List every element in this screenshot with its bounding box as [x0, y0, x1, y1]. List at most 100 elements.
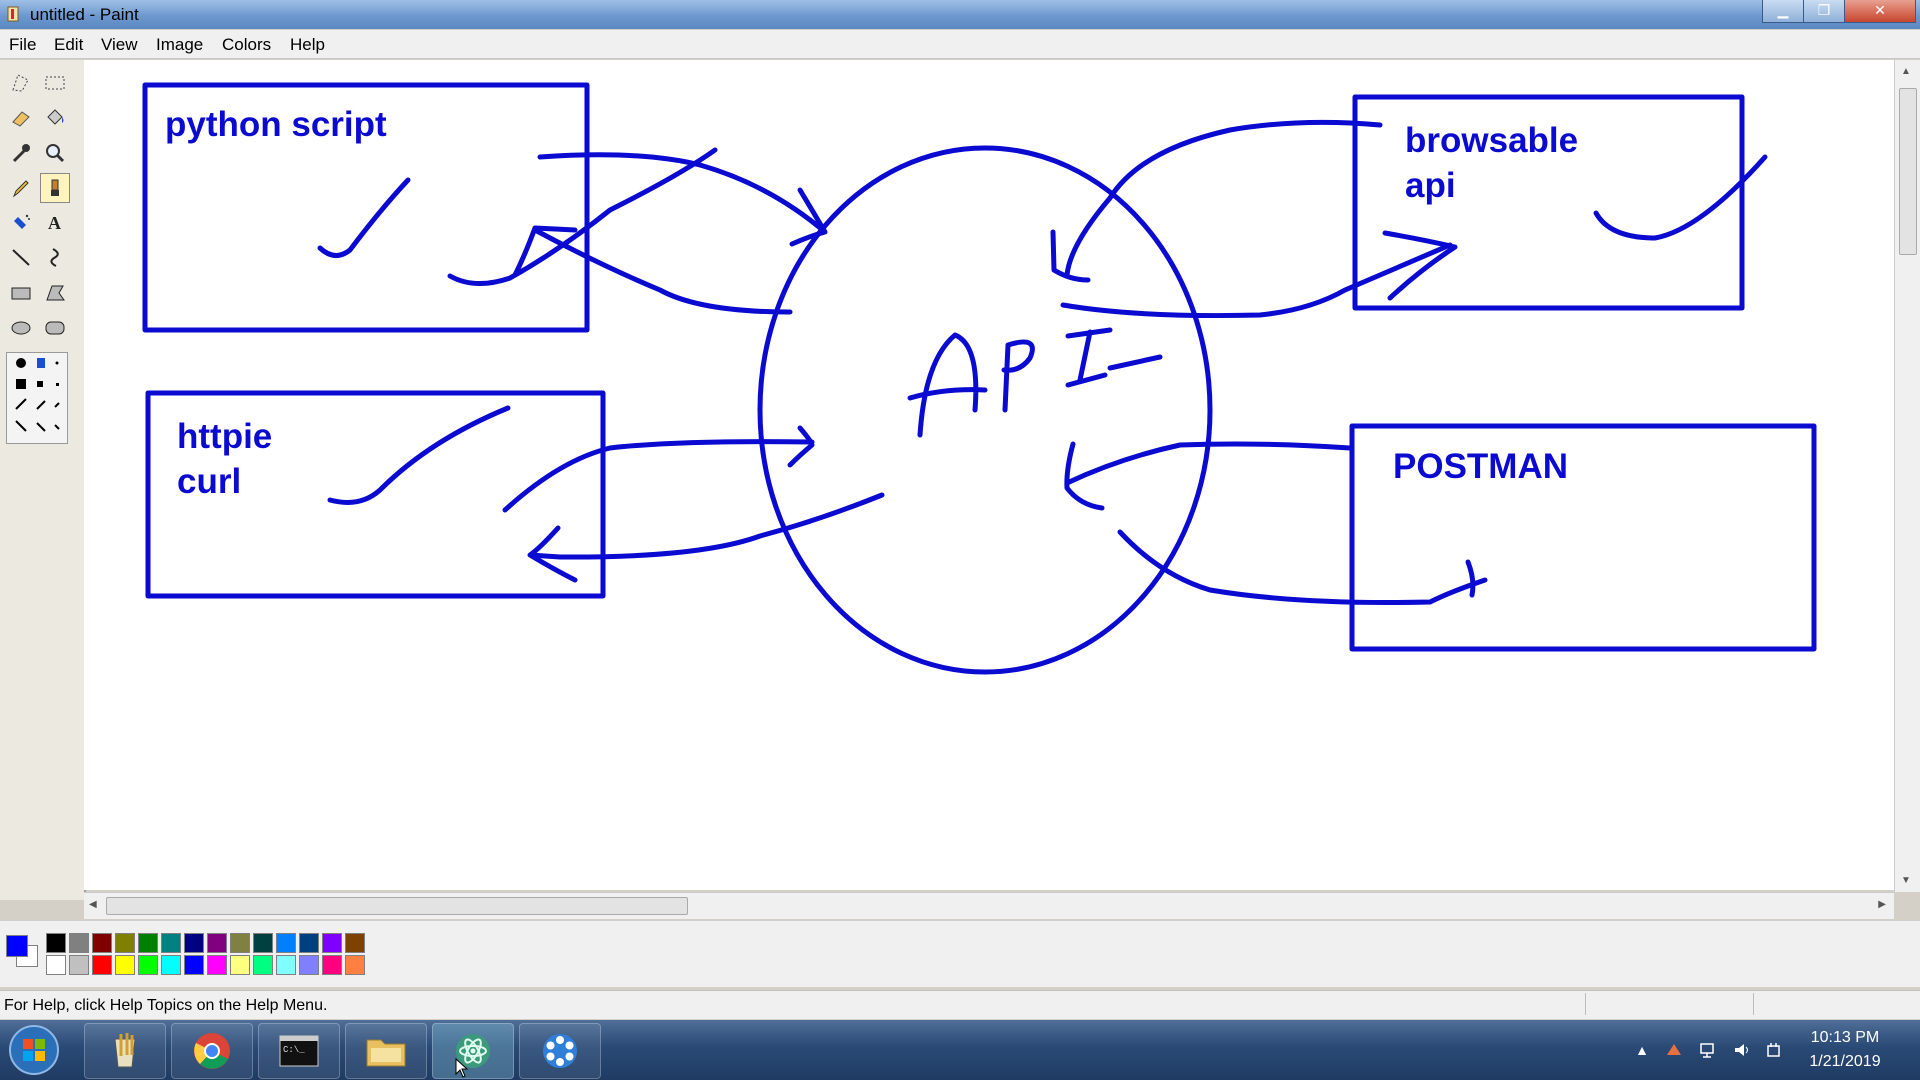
airbrush-icon[interactable] — [6, 207, 36, 237]
horizontal-scroll-thumb[interactable] — [106, 897, 688, 915]
current-colors[interactable] — [4, 931, 40, 971]
palette-swatch[interactable] — [184, 933, 204, 953]
palette-swatch[interactable] — [276, 933, 296, 953]
palette-swatch[interactable] — [322, 933, 342, 953]
eraser-icon[interactable] — [6, 103, 36, 133]
color-picker-icon[interactable] — [6, 138, 36, 168]
postman-label: POSTMAN — [1393, 447, 1568, 486]
command-prompt-icon: C:\_ — [279, 1035, 319, 1067]
palette-swatch[interactable] — [161, 933, 181, 953]
palette-swatch[interactable] — [207, 955, 227, 975]
palette-swatch[interactable] — [230, 933, 250, 953]
palette-swatch[interactable] — [322, 955, 342, 975]
palette-swatch[interactable] — [69, 955, 89, 975]
mouse-cursor-icon — [455, 1058, 469, 1078]
palette-swatch[interactable] — [184, 955, 204, 975]
ellipse-tool-icon[interactable] — [6, 313, 36, 343]
rectangle-tool-icon[interactable] — [6, 278, 36, 308]
browsable-to-api-arrow — [1050, 119, 1383, 283]
palette-swatch[interactable] — [253, 933, 273, 953]
palette-swatch[interactable] — [138, 933, 158, 953]
status-help-text: For Help, click Help Topics on the Help … — [4, 997, 328, 1014]
close-button[interactable]: ✕ — [1844, 0, 1916, 23]
pencil-icon[interactable] — [6, 173, 36, 203]
network-icon[interactable] — [1698, 1040, 1718, 1060]
tray-expand-icon[interactable]: ▲ — [1632, 1040, 1652, 1060]
palette-swatch[interactable] — [46, 933, 66, 953]
menu-colors[interactable]: Colors — [222, 35, 271, 55]
rect-select-icon[interactable] — [40, 68, 70, 98]
fill-bucket-icon[interactable] — [40, 103, 70, 133]
color-palette — [0, 920, 1920, 987]
menu-help[interactable]: Help — [290, 35, 325, 55]
rounded-rect-tool-icon[interactable] — [40, 313, 70, 343]
palette-swatch[interactable] — [92, 933, 112, 953]
palette-swatch[interactable] — [46, 955, 66, 975]
python-scribble — [447, 147, 718, 286]
toolbox: A — [0, 60, 86, 900]
httpie-checkmark — [327, 405, 511, 505]
palette-swatch[interactable] — [207, 933, 227, 953]
taskbar-settings-button[interactable] — [519, 1023, 601, 1079]
maximize-button[interactable]: ❐ — [1803, 0, 1845, 23]
line-tool-icon[interactable] — [6, 242, 36, 272]
scroll-right-icon[interactable]: ▶ — [1878, 899, 1886, 910]
brush-options[interactable] — [6, 352, 68, 444]
free-select-icon[interactable] — [6, 68, 36, 98]
vertical-scrollbar[interactable]: ▲ ▼ — [1894, 60, 1920, 892]
palette-swatch[interactable] — [92, 955, 112, 975]
status-divider — [1753, 993, 1754, 1015]
window-title: untitled - Paint — [30, 5, 139, 24]
magnifier-icon[interactable] — [40, 138, 70, 168]
volume-icon[interactable] — [1732, 1040, 1752, 1060]
primary-color-swatch[interactable] — [6, 935, 28, 957]
tray-app-icon[interactable] — [1664, 1040, 1684, 1060]
palette-swatch[interactable] — [161, 955, 181, 975]
menu-image[interactable]: Image — [156, 35, 203, 55]
scroll-left-icon[interactable]: ◀ — [89, 899, 97, 910]
svg-text:A: A — [48, 213, 61, 233]
palette-swatch[interactable] — [69, 933, 89, 953]
palette-swatch[interactable] — [115, 933, 135, 953]
status-divider — [1585, 993, 1586, 1015]
start-button-icon[interactable] — [8, 1024, 60, 1076]
palette-swatch[interactable] — [345, 933, 365, 953]
palette-swatch[interactable] — [345, 955, 365, 975]
minimize-button[interactable]: ▁ — [1762, 0, 1804, 23]
menu-file[interactable]: File — [9, 35, 36, 55]
api-to-browsable-arrow — [1060, 230, 1458, 319]
api-letter-a — [907, 332, 988, 438]
polygon-tool-icon[interactable] — [40, 278, 70, 308]
text-tool-icon[interactable]: A — [40, 207, 70, 237]
api-to-postman-arrow — [1117, 529, 1488, 605]
taskbar-chrome-button[interactable] — [171, 1023, 253, 1079]
drawing-canvas[interactable]: python script httpie curl browsable api … — [84, 60, 1894, 890]
vertical-scroll-thumb[interactable] — [1899, 88, 1917, 255]
palette-swatch[interactable] — [138, 955, 158, 975]
api-circle — [757, 145, 1213, 675]
chrome-icon — [194, 1033, 230, 1069]
scroll-up-icon[interactable]: ▲ — [1901, 66, 1911, 77]
menu-edit[interactable]: Edit — [54, 35, 83, 55]
palette-swatch[interactable] — [253, 955, 273, 975]
taskbar-paint-button[interactable] — [84, 1023, 166, 1079]
folder-icon — [366, 1039, 406, 1067]
curve-tool-icon[interactable] — [40, 242, 70, 272]
palette-swatch[interactable] — [115, 955, 135, 975]
palette-swatch[interactable] — [276, 955, 296, 975]
system-clock[interactable]: 10:13 PM 1/21/2019 — [1790, 1026, 1900, 1074]
scroll-down-icon[interactable]: ▼ — [1901, 875, 1911, 886]
power-icon[interactable] — [1764, 1040, 1784, 1060]
palette-swatch[interactable] — [299, 955, 319, 975]
taskbar-explorer-button[interactable] — [345, 1023, 427, 1079]
curl-label: curl — [177, 462, 241, 501]
brush-icon[interactable] — [40, 173, 70, 203]
palette-swatch[interactable] — [299, 933, 319, 953]
menu-bar: File Edit View Image Colors Help — [0, 30, 1920, 59]
horizontal-scrollbar[interactable]: ◀ ▶ — [84, 892, 1894, 919]
taskbar-cmd-button[interactable]: C:\_ — [258, 1023, 340, 1079]
palette-swatch[interactable] — [230, 955, 250, 975]
taskbar-atom-button[interactable] — [432, 1023, 514, 1079]
api-letter-i — [1065, 327, 1163, 388]
menu-view[interactable]: View — [101, 35, 138, 55]
